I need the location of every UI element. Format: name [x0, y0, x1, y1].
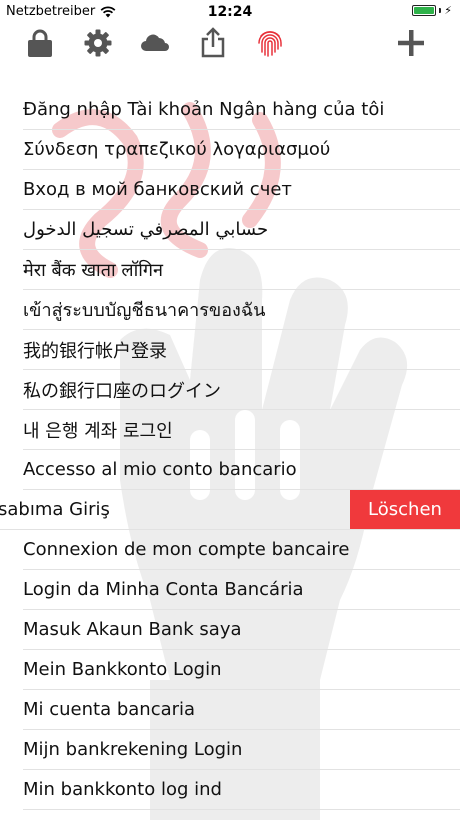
list-item[interactable]: sabıma Giriş Löschen [0, 490, 460, 530]
list-item[interactable]: Accesso al mio conto bancario [23, 450, 460, 490]
fingerprint-button[interactable] [252, 26, 288, 60]
lock-button[interactable] [22, 26, 58, 60]
toolbar [0, 24, 460, 64]
list-item[interactable]: Mijn bankrekening Login [23, 730, 460, 770]
list-item-label: Login da Minha Conta Bancária [23, 579, 304, 600]
list-item-label: Вход в мой банковский счет [23, 179, 292, 200]
list-item-label: मेरा बैंक खाता लॉगिन [23, 259, 164, 281]
list-item-label: 내 은행 계좌 로그인 [23, 420, 173, 442]
list-item[interactable]: मेरा बैंक खाता लॉगिन [23, 250, 460, 290]
gear-icon [84, 29, 112, 57]
battery-fill [414, 7, 435, 14]
add-button[interactable] [393, 26, 429, 60]
share-icon [201, 27, 225, 58]
list-item[interactable]: Mein Bankkonto Login [23, 650, 460, 690]
list-item[interactable]: Σύνδεση τραπεζικού λογαριασμού [23, 130, 460, 170]
list-item[interactable]: Masuk Akaun Bank saya [23, 610, 460, 650]
settings-button[interactable] [80, 26, 116, 60]
cloud-button[interactable] [137, 26, 173, 60]
list-item[interactable]: Login da Minha Conta Bancária [23, 570, 460, 610]
list-item-label: Connexion de mon compte bancaire [23, 539, 350, 560]
list-item-label: เข้าสู่ระบบบัญชีธนาคารของฉัน [23, 300, 266, 321]
status-right: ⚡ [412, 5, 452, 16]
list-item[interactable]: 我的银行帐户登录 [23, 330, 460, 370]
list-item[interactable]: Min bankkonto log ind [23, 770, 460, 810]
list-item-label: Min bankkonto log ind [23, 779, 222, 800]
list-item[interactable]: 私の銀行口座のログイン [23, 370, 460, 410]
list-item[interactable]: Вход в мой банковский счет [23, 170, 460, 210]
fingerprint-icon [258, 31, 282, 57]
cloud-icon [141, 34, 169, 51]
list-item-label: 私の銀行口座のログイン [23, 380, 221, 402]
delete-button[interactable]: Löschen [350, 490, 460, 529]
list-item-label: Mein Bankkonto Login [23, 659, 222, 680]
list-item[interactable]: حسابي المصرفي تسجيل الدخول [23, 210, 460, 250]
language-list: Đăng nhập Tài khoản Ngân hàng của tôi Σύν… [0, 90, 460, 810]
list-item[interactable]: Connexion de mon compte bancaire [23, 530, 460, 570]
list-item-label: Đăng nhập Tài khoản Ngân hàng của tôi [23, 99, 385, 120]
list-item[interactable]: Đăng nhập Tài khoản Ngân hàng của tôi [23, 90, 460, 130]
status-time: 12:24 [207, 4, 253, 20]
share-button[interactable] [195, 26, 231, 60]
charging-bolt-icon: ⚡ [444, 4, 452, 17]
status-bar: Netzbetreiber 12:24 ⚡ [0, 0, 460, 24]
list-item[interactable]: Mi cuenta bancaria [23, 690, 460, 730]
battery-icon [412, 5, 437, 16]
list-item-label: sabıma Giriş [0, 499, 110, 520]
plus-icon [398, 30, 424, 56]
lock-icon [28, 29, 52, 57]
list-item-label: Σύνδεση τραπεζικού λογαριασμού [23, 139, 331, 160]
list-item-label: Mijn bankrekening Login [23, 739, 243, 760]
list-item-label: 我的银行帐户登录 [23, 340, 167, 362]
list-item-label: Masuk Akaun Bank saya [23, 619, 242, 640]
list-item-label: Mi cuenta bancaria [23, 699, 196, 720]
list-item-label: حسابي المصرفي تسجيل الدخول [23, 219, 269, 240]
list-item[interactable]: เข้าสู่ระบบบัญชีธนาคารของฉัน [23, 290, 460, 330]
battery-cap [439, 8, 442, 13]
list-item-label: Accesso al mio conto bancario [23, 459, 297, 480]
list-item[interactable]: 내 은행 계좌 로그인 [23, 410, 460, 450]
